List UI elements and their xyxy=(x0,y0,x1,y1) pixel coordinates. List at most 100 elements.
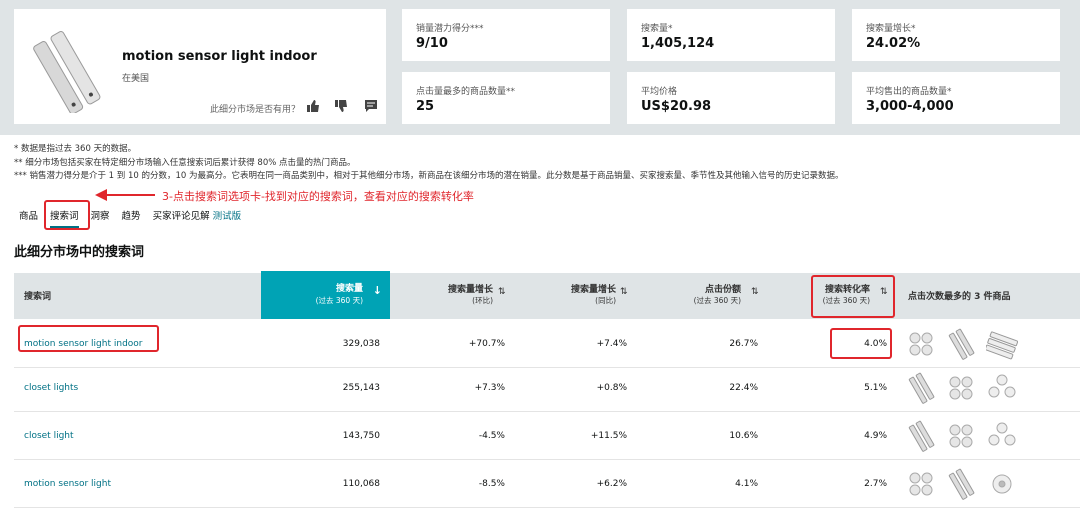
footnote: ** 细分市场包括买家在特定细分市场输入任意搜索词后累计获得 80% 点击量的热… xyxy=(14,157,356,168)
product-image[interactable] xyxy=(986,328,1018,360)
footnote: * 数据是指过去 360 天的数据。 xyxy=(14,144,137,154)
product-image[interactable] xyxy=(986,372,1018,404)
growth-yoy: +0.8% xyxy=(596,383,627,393)
section-title: 此细分市场中的搜索词 xyxy=(14,245,145,260)
product-thumbnail xyxy=(33,31,101,113)
header-search-term[interactable]: 搜索词 xyxy=(24,289,51,302)
beta-badge: 测试版 xyxy=(212,211,242,222)
search-term-link[interactable]: closet lights xyxy=(24,383,78,393)
product-image[interactable] xyxy=(906,468,938,500)
metric-value: 25 xyxy=(416,99,435,114)
metric-card-avg-units-sold: 平均售出的商品数量* 3,000-4,000 xyxy=(852,72,1060,124)
header-top-products: 点击次数最多的 3 件商品 xyxy=(908,292,1011,302)
header-label: 点击份额 xyxy=(704,285,741,295)
click-share: 22.4% xyxy=(729,383,758,393)
header-sub: (同比) xyxy=(595,296,616,305)
product-image[interactable] xyxy=(906,420,938,452)
header-label: 搜索量 xyxy=(335,284,363,294)
annotation-box xyxy=(830,328,892,359)
product-image[interactable] xyxy=(906,372,938,404)
product-image[interactable] xyxy=(946,328,978,360)
header-sub: (过去 360 天) xyxy=(693,296,741,305)
table-row: closet lights 255,143 +7.3% +0.8% 22.4% … xyxy=(14,364,1080,412)
search-volume: 255,143 xyxy=(342,383,380,393)
conversion-rate: 5.1% xyxy=(864,383,887,393)
sort-icon[interactable]: ⇅ xyxy=(620,287,628,297)
product-image[interactable] xyxy=(906,328,938,360)
metric-card-top-clicked-count: 点击量最多的商品数量** 25 xyxy=(402,72,610,124)
metric-card-sales-potential: 销量潜力得分*** 9/10 xyxy=(402,9,610,61)
search-volume: 110,068 xyxy=(342,479,380,489)
search-volume: 143,750 xyxy=(342,431,380,441)
growth-qoq: -4.5% xyxy=(478,431,505,441)
tab-review-insights[interactable]: 买家评论见解 测试版 xyxy=(153,208,242,228)
product-image[interactable] xyxy=(986,468,1018,500)
thumbs-down-icon[interactable] xyxy=(334,99,348,113)
metric-card-search-volume: 搜索量* 1,405,124 xyxy=(627,9,835,61)
sort-icon[interactable]: ⇅ xyxy=(498,287,506,297)
metric-card-search-growth: 搜索量增长* 24.02% xyxy=(852,9,1060,61)
metric-label: 平均价格 xyxy=(641,87,678,97)
tab-products[interactable]: 商品 xyxy=(19,208,38,228)
footnotes: * 数据是指过去 360 天的数据。 ** 细分市场包括买家在特定细分市场输入任… xyxy=(14,143,844,184)
comment-icon[interactable] xyxy=(364,99,378,113)
growth-qoq: +70.7% xyxy=(468,339,505,349)
metric-label: 点击量最多的商品数量** xyxy=(416,87,516,97)
metric-label: 搜索量* xyxy=(641,24,673,34)
metric-value: 3,000-4,000 xyxy=(866,99,954,114)
top-products xyxy=(906,468,1018,500)
growth-yoy: +11.5% xyxy=(590,431,627,441)
product-card: motion sensor light indoor 在美国 此细分市场是否有用… xyxy=(14,9,386,124)
metric-label: 平均售出的商品数量* xyxy=(866,87,952,97)
header-label: 搜索量增长 xyxy=(570,285,616,295)
product-image[interactable] xyxy=(986,420,1018,452)
tab-label: 买家评论见解 xyxy=(152,211,210,222)
metric-value: 24.02% xyxy=(866,36,921,51)
metric-value: 9/10 xyxy=(416,36,448,51)
click-share: 4.1% xyxy=(735,479,758,489)
growth-yoy: +7.4% xyxy=(596,339,627,349)
table-row: motion sensor light indoor 329,038 +70.7… xyxy=(14,320,1080,368)
annotation-arrow-icon xyxy=(95,189,155,201)
search-term-link[interactable]: motion sensor light xyxy=(24,479,111,489)
annotation-box xyxy=(811,275,895,318)
conversion-rate: 4.9% xyxy=(864,431,887,441)
top-products xyxy=(906,372,1018,404)
growth-qoq: +7.3% xyxy=(474,383,505,393)
thumbs-up-icon[interactable] xyxy=(306,99,320,113)
header-sub: (过去 360 天) xyxy=(315,296,363,305)
metric-value: US$20.98 xyxy=(641,99,712,114)
growth-qoq: -8.5% xyxy=(478,479,505,489)
feedback-question: 此细分市场是否有用？ xyxy=(210,105,301,115)
header-click-share[interactable]: 点击份额 (过去 360 天) xyxy=(694,282,741,306)
header-growth-yoy[interactable]: 搜索量增长 (同比) xyxy=(571,282,616,306)
header-growth-qoq[interactable]: 搜索量增长 (环比) xyxy=(448,282,493,306)
annotation-box xyxy=(44,200,90,230)
footnote: *** 销售潜力得分是介于 1 到 10 的分数，10 为最高分。它表明在同一商… xyxy=(14,171,844,181)
click-share: 26.7% xyxy=(729,339,758,349)
click-share: 10.6% xyxy=(729,431,758,441)
metric-card-avg-price: 平均价格 US$20.98 xyxy=(627,72,835,124)
search-term-link[interactable]: closet light xyxy=(24,431,74,441)
metric-label: 销量潜力得分*** xyxy=(416,24,484,34)
tab-insights[interactable]: 洞察 xyxy=(91,208,110,228)
search-volume: 329,038 xyxy=(342,339,380,349)
table-header: 搜索词 搜索量增长 (环比) ⇅ 搜索量增长 (同比) ⇅ 点击份额 (过去 360 … xyxy=(14,273,1080,319)
annotation-text: 3-点击搜索词选项卡-找到对应的搜索词，查看对应的搜索转化率 xyxy=(162,190,474,203)
header-label: 搜索量增长 xyxy=(447,285,493,295)
product-region: 在美国 xyxy=(122,74,150,84)
header-search-volume[interactable]: 搜索量 (过去 360 天) ↓ xyxy=(261,271,390,319)
table-row: closet light 143,750 -4.5% +11.5% 10.6% … xyxy=(14,412,1080,460)
header-sub: (环比) xyxy=(472,296,493,305)
sort-down-icon: ↓ xyxy=(372,284,382,297)
product-image[interactable] xyxy=(946,468,978,500)
conversion-rate: 2.7% xyxy=(864,479,887,489)
product-image[interactable] xyxy=(946,420,978,452)
metric-label: 搜索量增长* xyxy=(866,24,916,34)
summary-panel: motion sensor light indoor 在美国 此细分市场是否有用… xyxy=(0,0,1080,135)
top-products xyxy=(906,328,1018,360)
annotation-box xyxy=(18,325,159,352)
product-image[interactable] xyxy=(946,372,978,404)
tab-trends[interactable]: 趋势 xyxy=(122,208,141,228)
sort-icon[interactable]: ⇅ xyxy=(751,287,759,297)
